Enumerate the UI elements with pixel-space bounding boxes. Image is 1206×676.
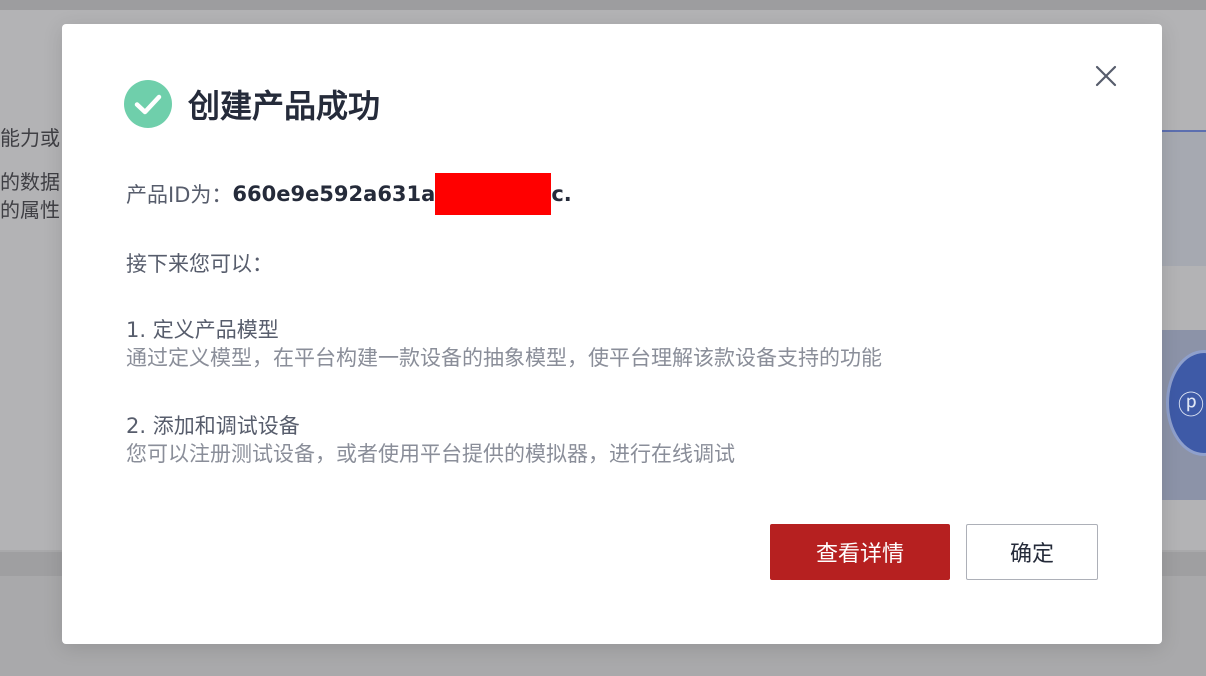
close-icon[interactable] [1092, 62, 1120, 90]
product-id-value-prefix: 660e9e592a631a [232, 182, 436, 206]
background-text: 能力或 [0, 126, 60, 150]
step-title: 1. 定义产品模型 [126, 318, 279, 342]
view-details-button[interactable]: 查看详情 [770, 524, 950, 580]
step-description: 通过定义模型，在平台构建一款设备的抽象模型，使平台理解该款设备支持的功能 [126, 346, 882, 370]
redaction-box [435, 173, 552, 215]
dialog-header: 创建产品成功 [124, 80, 380, 128]
background-text: 的属性 [0, 198, 60, 222]
step-title: 2. 添加和调试设备 [126, 414, 300, 438]
check-circle-icon [124, 80, 172, 128]
background-card [1160, 130, 1206, 266]
dialog-title: 创建产品成功 [188, 87, 381, 125]
next-steps-label: 接下来您可以： [126, 252, 273, 276]
success-dialog: 创建产品成功 产品ID为： 660e9e592a631a c. 接下来您可以： … [62, 24, 1162, 644]
background-text: 的数据 [0, 170, 60, 194]
background-symbol-icon: ⓟ [1178, 391, 1205, 421]
step-description: 您可以注册测试设备，或者使用平台提供的模拟器，进行在线调试 [126, 442, 735, 466]
product-id-label: 产品ID为： [126, 183, 233, 207]
product-id-row: 产品ID为： 660e9e592a631a c. [126, 173, 572, 215]
confirm-button[interactable]: 确定 [966, 524, 1098, 580]
product-id-value-suffix: c. [551, 182, 572, 206]
background-top-bar [0, 0, 1206, 10]
